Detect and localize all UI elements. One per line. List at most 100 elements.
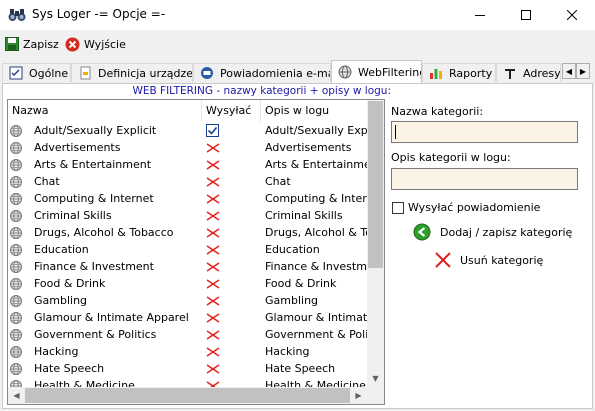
send-cell[interactable]	[202, 244, 261, 255]
table-row[interactable]: Adult/Sexually Explicit Adult/Sexually Ex…	[8, 122, 368, 139]
category-grid[interactable]: Nazwa Wysyłać Opis w logu Adult/Sexually…	[7, 99, 385, 405]
table-row[interactable]: Computing & Internet Computing & Internet	[8, 190, 368, 207]
table-row[interactable]: Criminal Skills Criminal Skills	[8, 207, 368, 224]
scrollbar-corner	[367, 387, 384, 404]
grid-caption: WEB FILTERING - nazwy kategorii + opisy …	[132, 85, 391, 97]
table-row[interactable]: Gambling Gambling	[8, 292, 368, 309]
cross-icon	[206, 295, 220, 306]
category-name-cell: Adult/Sexually Explicit	[8, 124, 202, 137]
table-row[interactable]: Advertisements Advertisements	[8, 139, 368, 156]
email-icon	[201, 67, 213, 79]
send-cell[interactable]	[202, 346, 261, 357]
table-row[interactable]: Education Education	[8, 241, 368, 258]
send-cell[interactable]	[202, 176, 261, 187]
cross-icon	[206, 193, 220, 204]
column-header-name[interactable]: Nazwa	[8, 100, 202, 122]
category-name-cell: Criminal Skills	[8, 209, 202, 222]
table-row[interactable]: Hate Speech Hate Speech	[8, 360, 368, 377]
delete-icon	[435, 252, 451, 268]
tab-definicja-urzadzen[interactable]: Definicja urządzeń	[71, 63, 193, 82]
column-header-desc[interactable]: Opis w logu	[261, 100, 368, 122]
table-row[interactable]: Finance & Investment Finance & Investment	[8, 258, 368, 275]
table-row[interactable]: Glamour & Intimate Apparel Glamour & Inti…	[8, 309, 368, 326]
tab-ogolne[interactable]: Ogólne	[2, 63, 71, 82]
send-cell[interactable]	[202, 210, 261, 221]
tab-raporty[interactable]: Raporty	[422, 63, 496, 82]
category-name-cell: Government & Politics	[8, 328, 202, 341]
chevron-left-icon: ◀	[565, 66, 573, 76]
category-name-cell: Gambling	[8, 294, 202, 307]
grid-header: Nazwa Wysyłać Opis w logu	[8, 100, 368, 122]
chevron-left-icon: ◀	[13, 391, 20, 400]
send-cell[interactable]	[202, 227, 261, 238]
send-cell[interactable]	[202, 278, 261, 289]
send-cell[interactable]	[202, 261, 261, 272]
scroll-down-button[interactable]: ▼	[367, 370, 384, 387]
send-cell[interactable]	[202, 142, 261, 153]
notify-checkbox[interactable]	[392, 202, 404, 214]
table-row[interactable]: Hacking Hacking	[8, 343, 368, 360]
close-button[interactable]	[549, 0, 595, 30]
log-description-cell: Gambling	[265, 294, 319, 307]
exit-button[interactable]: Wyjście	[65, 34, 126, 54]
send-cell[interactable]	[202, 124, 261, 137]
category-name: Arts & Entertainment	[34, 158, 152, 171]
cross-icon	[206, 346, 220, 357]
remove-category-button[interactable]: Usuń kategorię	[435, 252, 543, 268]
cross-icon	[206, 227, 220, 238]
horizontal-scroll-thumb[interactable]	[25, 388, 350, 403]
send-cell[interactable]	[202, 312, 261, 323]
category-name-input[interactable]	[391, 121, 578, 143]
tab-scroll-right-button[interactable]: ▶	[576, 63, 590, 79]
category-name: Government & Politics	[34, 328, 157, 341]
column-header-send[interactable]: Wysyłać	[202, 100, 261, 122]
cross-icon	[206, 159, 220, 170]
minimize-icon	[475, 15, 485, 16]
horizontal-scrollbar[interactable]: ◀ ▶	[8, 387, 367, 404]
maximize-button[interactable]	[503, 0, 549, 30]
send-cell[interactable]	[202, 193, 261, 204]
remove-category-label: Usuń kategorię	[460, 253, 544, 267]
category-name: Computing & Internet	[34, 192, 154, 205]
send-cell[interactable]	[202, 295, 261, 306]
table-row[interactable]: Food & Drink Food & Drink	[8, 275, 368, 292]
send-cell[interactable]	[202, 363, 261, 374]
device-icon	[80, 66, 91, 80]
tab-scroll-left-button[interactable]: ◀	[562, 63, 576, 79]
send-cell[interactable]	[202, 329, 261, 340]
minimize-button[interactable]	[457, 0, 503, 30]
scroll-right-button[interactable]: ▶	[350, 387, 367, 404]
category-name-cell: Arts & Entertainment	[8, 158, 202, 171]
send-cell[interactable]	[202, 159, 261, 170]
save-button[interactable]: Zapisz	[5, 34, 59, 54]
globe-icon	[10, 209, 22, 222]
vertical-scroll-thumb[interactable]	[368, 101, 383, 268]
scroll-left-button[interactable]: ◀	[8, 387, 25, 404]
save-icon	[5, 37, 19, 51]
tab-adresy[interactable]: Adresy	[496, 63, 561, 82]
log-description-cell: Drugs, Alcohol & Tobacco	[265, 226, 368, 239]
table-row[interactable]: Government & Politics Government & Politi…	[8, 326, 368, 343]
cross-icon	[206, 278, 220, 289]
globe-icon	[10, 311, 22, 324]
table-row[interactable]: Arts & Entertainment Arts & Entertainment	[8, 156, 368, 173]
log-description-cell: Chat	[265, 175, 291, 188]
text-caret	[395, 125, 396, 139]
tab-label: Raporty	[449, 66, 493, 80]
log-description-cell: Arts & Entertainment	[265, 158, 368, 171]
table-row[interactable]: Drugs, Alcohol & Tobacco Drugs, Alcohol &…	[8, 224, 368, 241]
chevron-down-icon: ▼	[372, 374, 379, 383]
table-row[interactable]: Chat Chat	[8, 173, 368, 190]
log-desc-input[interactable]	[391, 168, 578, 190]
tab-webfiltering[interactable]: WebFiltering	[331, 60, 422, 83]
globe-icon	[10, 243, 22, 256]
globe-icon	[10, 192, 22, 205]
chart-icon	[430, 69, 442, 79]
vertical-scrollbar[interactable]: ▼	[367, 100, 384, 387]
cross-icon	[206, 142, 220, 153]
grid-rows: Adult/Sexually Explicit Adult/Sexually Ex…	[8, 122, 368, 394]
add-category-button[interactable]: Dodaj / zapisz kategorię	[413, 223, 572, 241]
tab-powiadomienia-email[interactable]: Powiadomienia e-mail	[193, 63, 331, 82]
notify-label: Wysyłać powiadomienie	[408, 201, 541, 214]
category-name-cell: Hate Speech	[8, 362, 202, 375]
